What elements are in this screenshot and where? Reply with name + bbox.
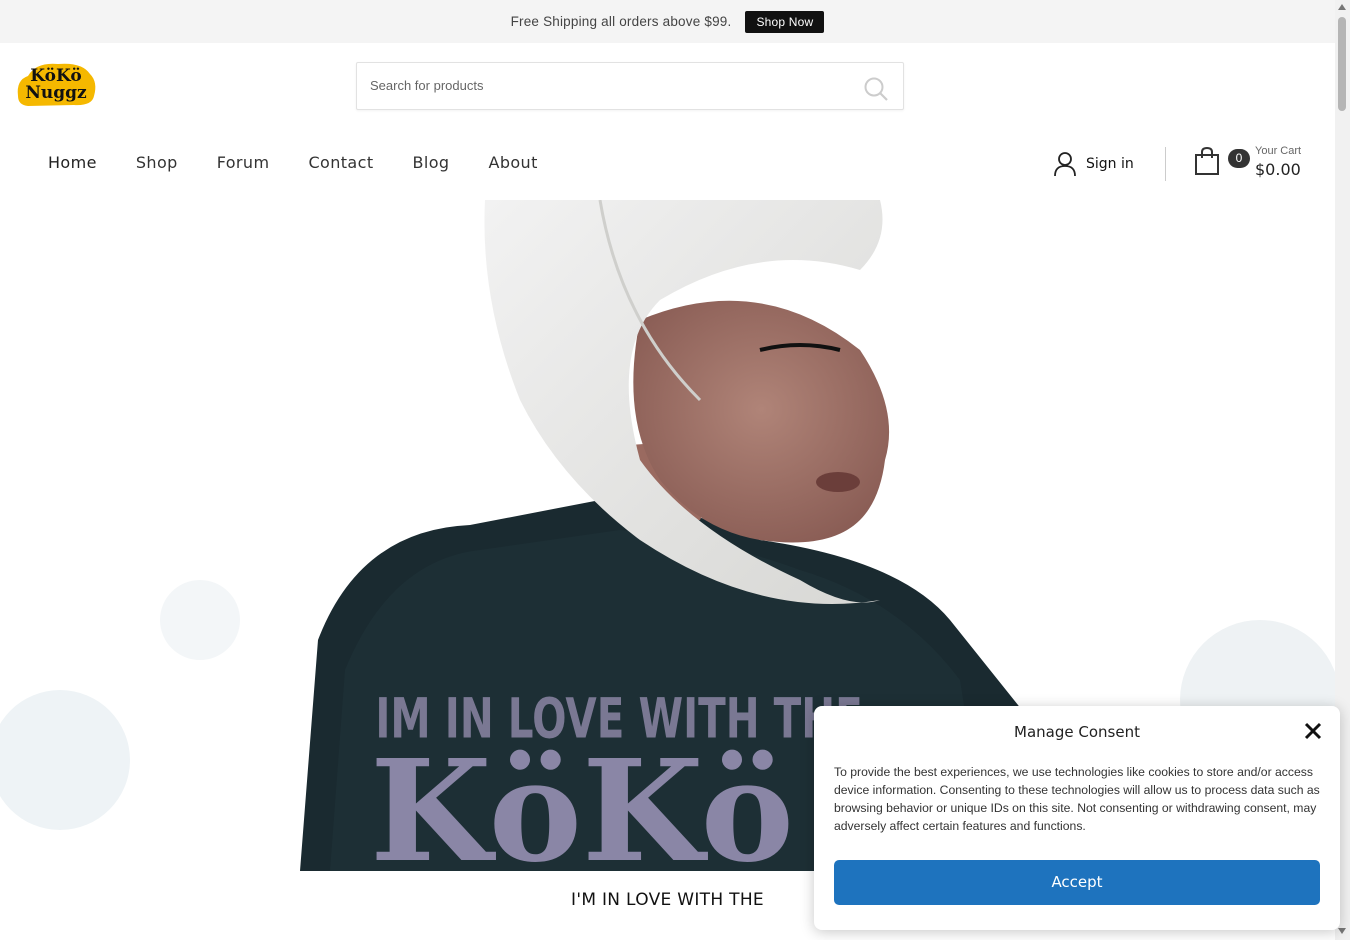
promo-bar: Free Shipping all orders above $99. Shop… xyxy=(0,0,1335,43)
scrollbar-thumb[interactable] xyxy=(1338,17,1346,111)
search-input[interactable] xyxy=(368,77,842,94)
nav-contact[interactable]: Contact xyxy=(308,153,373,172)
cart-count-badge: 0 xyxy=(1228,149,1250,168)
cart-total: $0.00 xyxy=(1255,160,1301,179)
consent-body: To provide the best experiences, we use … xyxy=(834,765,1320,833)
sign-in-label: Sign in xyxy=(1086,156,1134,172)
shopping-bag-icon xyxy=(1195,146,1219,175)
nav-shop[interactable]: Shop xyxy=(136,153,178,172)
promo-text: Free Shipping all orders above $99. xyxy=(510,14,732,29)
consent-title: Manage Consent xyxy=(1014,723,1140,741)
accept-button[interactable]: Accept xyxy=(834,860,1320,905)
shirt-print-line2: KöKö xyxy=(370,730,794,871)
header-divider xyxy=(1165,147,1166,181)
cart-label: Your Cart xyxy=(1255,145,1302,157)
sign-in-link[interactable]: Sign in xyxy=(1053,151,1134,177)
user-icon xyxy=(1054,152,1076,177)
nav-about[interactable]: About xyxy=(488,153,537,172)
logo-text-bottom: Nuggz xyxy=(25,83,87,103)
nav-blog[interactable]: Blog xyxy=(413,153,450,172)
close-icon[interactable] xyxy=(1304,722,1322,740)
logo-image: KöKö Nuggz xyxy=(17,63,96,106)
search-icon[interactable] xyxy=(863,76,889,102)
main-nav: Home Shop Forum Contact Blog About xyxy=(48,153,577,172)
scroll-up-arrow-icon[interactable] xyxy=(1338,4,1346,10)
consent-dialog: Manage Consent To provide the best exper… xyxy=(814,706,1340,930)
site-logo[interactable]: KöKö Nuggz xyxy=(14,58,98,110)
nav-home[interactable]: Home xyxy=(48,153,97,172)
cart-widget[interactable]: 0 Your Cart $0.00 xyxy=(1194,144,1314,184)
nav-forum[interactable]: Forum xyxy=(217,153,270,172)
scroll-down-arrow-icon[interactable] xyxy=(1338,928,1346,934)
shop-now-button[interactable]: Shop Now xyxy=(745,10,825,33)
search-box xyxy=(356,62,904,110)
